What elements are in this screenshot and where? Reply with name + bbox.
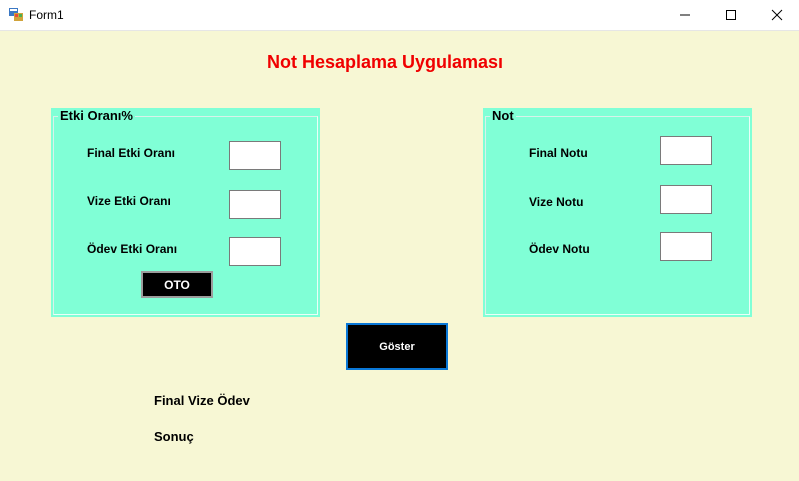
midterm-weight-label: Vize Etki Oranı	[87, 194, 171, 208]
minimize-icon	[680, 14, 690, 16]
auto-fill-button[interactable]: OTO	[141, 271, 213, 298]
homework-grade-input[interactable]	[660, 232, 712, 261]
grades-group-title: Not	[490, 108, 516, 123]
title-bar[interactable]: Form1	[0, 0, 799, 31]
maximize-icon	[726, 10, 736, 20]
homework-weight-input[interactable]	[229, 237, 281, 266]
weights-group-title: Etki Oranı%	[58, 108, 135, 123]
final-weight-label: Final Etki Oranı	[87, 146, 176, 160]
midterm-grade-label: Vize Notu	[529, 195, 584, 209]
window-title: Form1	[29, 8, 64, 22]
final-grade-input[interactable]	[660, 136, 712, 165]
winforms-app-icon	[9, 8, 23, 21]
form-client-area: Not Hesaplama Uygulaması Etki Oranı% Fin…	[0, 31, 799, 481]
minimize-button[interactable]	[662, 0, 708, 30]
final-weight-input[interactable]	[229, 141, 281, 170]
final-grade-label: Final Notu	[529, 146, 588, 160]
homework-grade-label: Ödev Notu	[529, 242, 590, 256]
page-title: Not Hesaplama Uygulaması	[266, 52, 504, 72]
breakdown-label: Final Vize Ödev	[154, 393, 250, 408]
result-label: Sonuç	[154, 429, 194, 444]
show-button[interactable]: Göster	[346, 323, 448, 370]
close-button[interactable]	[754, 0, 799, 30]
midterm-grade-input[interactable]	[660, 185, 712, 214]
grades-groupbox: Not Final Notu Vize Notu Ödev Notu	[483, 108, 752, 317]
weights-groupbox: Etki Oranı% Final Etki Oranı Vize Etki O…	[51, 108, 320, 317]
midterm-weight-input[interactable]	[229, 190, 281, 219]
close-icon	[771, 9, 783, 21]
homework-weight-label: Ödev Etki Oranı	[87, 242, 178, 256]
maximize-button[interactable]	[708, 0, 754, 30]
